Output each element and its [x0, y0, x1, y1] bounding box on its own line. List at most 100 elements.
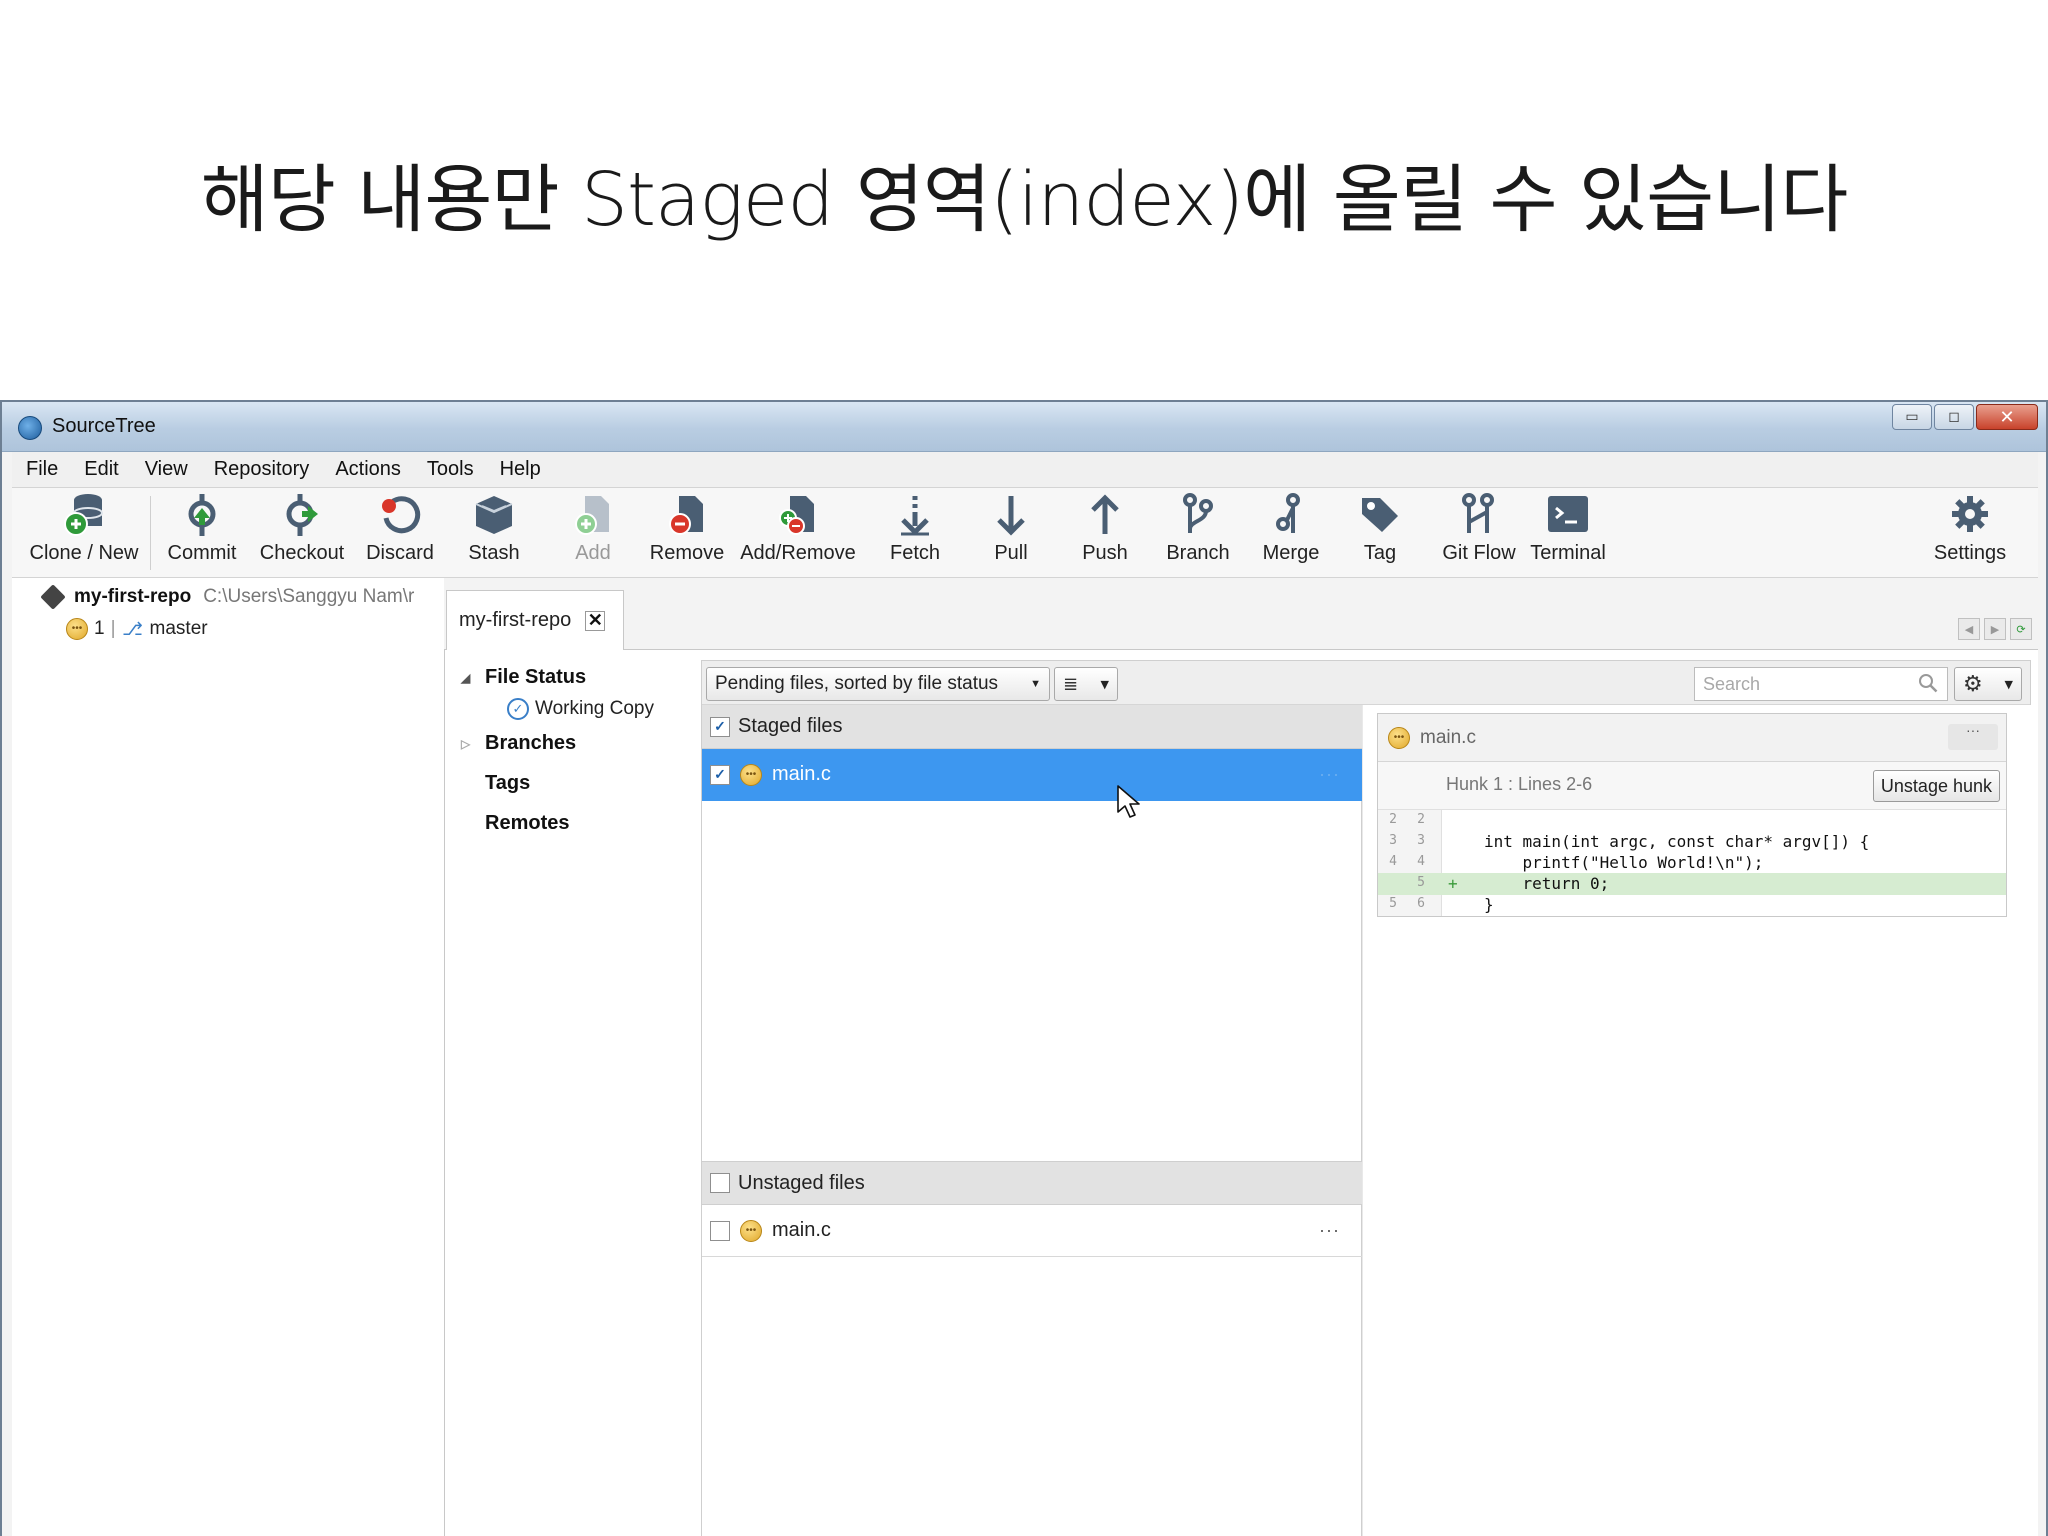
code-text: printf("Hello World!\n");	[1484, 853, 1764, 872]
search-placeholder: Search	[1703, 673, 1761, 694]
staged-files-header: ✓ Staged files	[702, 705, 1362, 749]
branch-button[interactable]: Branch	[1156, 488, 1240, 578]
unstaged-file-row[interactable]: ••• main.c ···	[702, 1205, 1362, 1257]
checkout-icon	[280, 490, 324, 540]
tab-scroll-left-icon[interactable]: ◀	[1958, 618, 1980, 640]
minimize-button[interactable]: ▭	[1892, 404, 1932, 430]
old-line-number: 3	[1389, 833, 1397, 848]
new-line-number: 3	[1417, 833, 1425, 848]
unstaged-select-all-checkbox[interactable]	[710, 1173, 730, 1193]
menu-actions[interactable]: Actions	[335, 458, 401, 481]
sort-dropdown[interactable]: Pending files, sorted by file status ▼	[706, 667, 1050, 701]
menu-file[interactable]: File	[26, 458, 58, 481]
toolbar: Clone / New Commit Checkout Discard Stas…	[12, 488, 2038, 578]
view-mode-dropdown[interactable]: ≣ ▼	[1054, 667, 1118, 701]
modified-file-icon: •••	[1388, 726, 1410, 749]
tab-my-first-repo[interactable]: my-first-repo ✕	[446, 590, 624, 650]
merge-button[interactable]: Merge	[1252, 488, 1330, 578]
nav-file-status[interactable]: ◢ File Status	[461, 666, 586, 689]
unstaged-file-checkbox[interactable]	[710, 1220, 730, 1241]
tag-button[interactable]: Tag	[1352, 488, 1408, 578]
nav-tags[interactable]: Tags	[461, 772, 530, 795]
nav-file-status-label: File Status	[485, 666, 587, 688]
tab-scroll-right-icon[interactable]: ▶	[1984, 618, 2006, 640]
title-bar[interactable]: SourceTree ▭ ◻ ✕	[2, 402, 2046, 452]
sort-dropdown-label: Pending files, sorted by file status	[715, 673, 999, 694]
nav-branches[interactable]: ▷ Branches	[461, 732, 576, 755]
git-flow-icon	[1457, 490, 1501, 540]
maximize-button[interactable]: ◻	[1934, 404, 1974, 430]
more-options-icon[interactable]: ···	[1319, 764, 1340, 785]
clone-new-label: Clone / New	[29, 542, 139, 564]
unstaged-files-header: Unstaged files	[702, 1161, 1362, 1205]
diff-line: 3 3 int main(int argc, const char* argv[…	[1378, 831, 2006, 853]
repo-content: ◢ File Status ✓ Working Copy ▷ Branches …	[444, 650, 2038, 1536]
new-line-number: 6	[1417, 896, 1425, 911]
tab-close-icon[interactable]: ✕	[585, 610, 606, 631]
clone-new-button[interactable]: Clone / New	[26, 488, 142, 578]
staged-select-all-checkbox[interactable]: ✓	[710, 716, 730, 737]
commit-button[interactable]: Commit	[158, 488, 246, 578]
pending-count: 1	[94, 618, 105, 639]
terminal-button[interactable]: Terminal	[1520, 488, 1616, 578]
staged-file-row[interactable]: ✓ ••• main.c ···	[702, 749, 1362, 801]
window-title: SourceTree	[52, 415, 156, 437]
gear-icon	[1948, 490, 1992, 540]
stash-button[interactable]: Stash	[458, 488, 530, 578]
pending-changes-icon: •••	[66, 618, 88, 640]
menu-help[interactable]: Help	[500, 458, 541, 481]
file-status-panel: Pending files, sorted by file status ▼ ≣…	[701, 660, 2032, 1536]
repo-entry[interactable]: my-first-repo C:\Users\Sanggyu Nam\r	[40, 584, 414, 610]
terminal-icon	[1546, 490, 1590, 540]
pull-button[interactable]: Pull	[976, 488, 1046, 578]
nav-remotes[interactable]: Remotes	[461, 812, 569, 835]
close-button[interactable]: ✕	[1976, 404, 2038, 430]
code-text: return 0;	[1484, 874, 1610, 893]
nav-working-copy[interactable]: ✓ Working Copy	[507, 698, 654, 720]
git-flow-button[interactable]: Git Flow	[1432, 488, 1526, 578]
discard-button[interactable]: Discard	[358, 488, 442, 578]
checkout-button[interactable]: Checkout	[252, 488, 352, 578]
branch-label: Branch	[1166, 542, 1230, 564]
more-options-icon[interactable]: ···	[1319, 1220, 1340, 1241]
checkout-label: Checkout	[259, 542, 345, 564]
chevron-down-icon: ▼	[2004, 677, 2013, 691]
push-button[interactable]: Push	[1070, 488, 1140, 578]
new-line-number: 5	[1417, 875, 1425, 890]
remove-file-icon	[665, 490, 709, 540]
unstage-hunk-button[interactable]: Unstage hunk	[1872, 770, 2000, 802]
diff-options-button[interactable]: ···	[1948, 723, 1998, 750]
push-label: Push	[1082, 542, 1128, 564]
pull-label: Pull	[994, 542, 1028, 564]
window-controls: ▭ ◻ ✕	[1892, 404, 2038, 430]
settings-button[interactable]: Settings	[1924, 488, 2016, 578]
menu-tools[interactable]: Tools	[427, 458, 474, 481]
add-remove-file-icon	[776, 490, 820, 540]
hunk-header: Hunk 1 : Lines 2-6 Unstage hunk	[1378, 762, 2006, 810]
add-button[interactable]: Add	[558, 488, 628, 578]
tag-label: Tag	[1363, 542, 1397, 564]
add-remove-button[interactable]: Add/Remove	[736, 488, 860, 578]
menu-edit[interactable]: Edit	[84, 458, 118, 481]
settings-label: Settings	[1933, 542, 2007, 564]
remove-label: Remove	[649, 542, 725, 564]
add-file-icon	[571, 490, 615, 540]
tab-refresh-icon[interactable]: ⟳	[2010, 618, 2032, 640]
menu-view[interactable]: View	[145, 458, 188, 481]
search-input[interactable]: Search	[1694, 667, 1948, 701]
expanded-arrow-icon: ◢	[461, 670, 471, 685]
modified-file-icon: •••	[740, 1219, 762, 1242]
filter-bar: Pending files, sorted by file status ▼ ≣…	[702, 661, 2030, 705]
status-separator: |	[110, 618, 116, 639]
menu-repository[interactable]: Repository	[214, 458, 310, 481]
remove-button[interactable]: Remove	[638, 488, 736, 578]
diff-line: 2 2	[1378, 810, 2006, 832]
code-text: }	[1484, 895, 1494, 914]
current-branch: master	[149, 618, 208, 639]
fetch-button[interactable]: Fetch	[880, 488, 950, 578]
repo-name: my-first-repo	[74, 586, 192, 607]
options-gear-dropdown[interactable]: ⚙ ▼	[1954, 667, 2022, 701]
tab-label: my-first-repo	[459, 609, 572, 631]
staged-file-checkbox[interactable]: ✓	[710, 764, 730, 785]
toolbar-separator	[150, 496, 151, 570]
